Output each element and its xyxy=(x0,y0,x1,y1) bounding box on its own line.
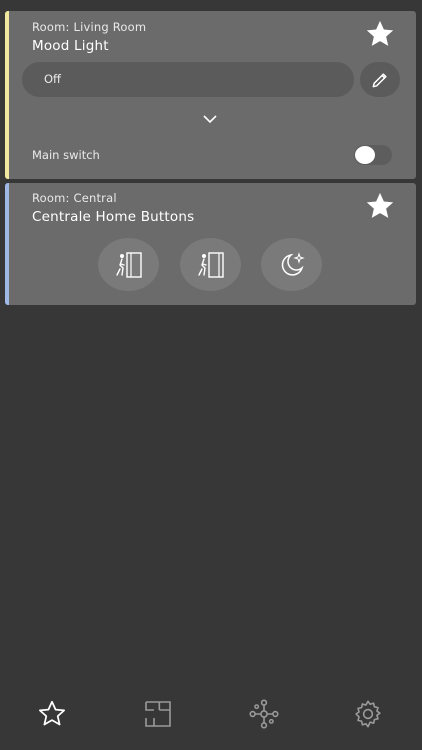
main-switch-label: Main switch xyxy=(32,148,100,162)
favorites-tab[interactable] xyxy=(34,698,70,730)
device-name: Centrale Home Buttons xyxy=(32,209,195,225)
network-icon xyxy=(249,699,279,729)
room-color-stripe xyxy=(5,11,9,179)
come-home-button[interactable] xyxy=(180,238,241,291)
room-label: Room: Central xyxy=(32,191,117,205)
main-switch-toggle[interactable] xyxy=(354,145,392,165)
toggle-knob xyxy=(355,146,375,164)
come-home-icon xyxy=(197,251,224,278)
gear-icon xyxy=(355,700,381,728)
leave-home-button[interactable] xyxy=(98,238,159,291)
bottom-tab-bar xyxy=(0,690,422,740)
devices-tab[interactable] xyxy=(246,698,282,730)
device-card-home-buttons[interactable]: Room: Central Centrale Home Buttons xyxy=(5,183,416,305)
night-mode-icon xyxy=(281,251,305,276)
device-name: Mood Light xyxy=(32,38,109,54)
device-card-mood-light[interactable]: Room: Living Room Mood Light Off Main sw… xyxy=(5,11,416,179)
favorite-star-icon[interactable] xyxy=(364,18,396,50)
room-label: Room: Living Room xyxy=(32,20,147,34)
state-dropdown[interactable]: Off xyxy=(22,62,354,97)
edit-button[interactable] xyxy=(360,62,400,97)
settings-tab[interactable] xyxy=(350,698,386,730)
floor-plan-icon xyxy=(145,701,171,727)
favorite-star-icon[interactable] xyxy=(364,190,396,222)
rooms-tab[interactable] xyxy=(140,698,176,730)
chevron-down-icon[interactable] xyxy=(202,113,218,125)
room-color-stripe xyxy=(5,183,9,305)
leave-home-icon xyxy=(115,251,142,278)
night-mode-button[interactable] xyxy=(261,238,322,291)
state-value: Off xyxy=(44,72,61,86)
star-outline-icon xyxy=(39,700,65,726)
pencil-icon xyxy=(372,72,387,87)
